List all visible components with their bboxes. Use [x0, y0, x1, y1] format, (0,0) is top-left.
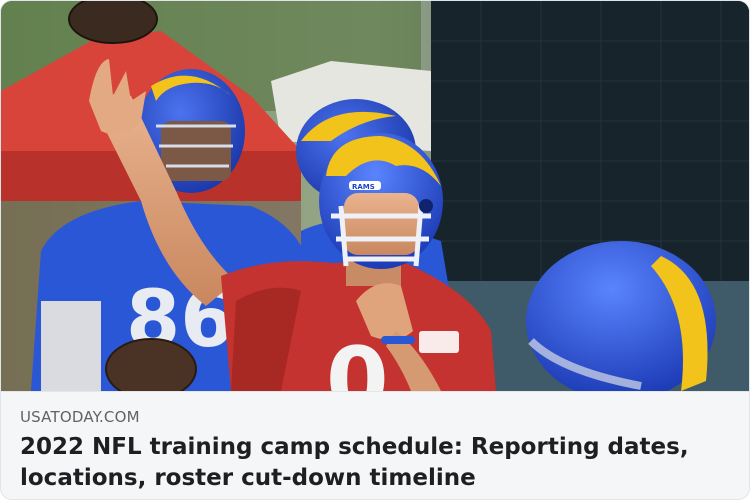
link-preview-card[interactable]: 86 0 RAMS USATODAY.COM 2022 NFL training…	[0, 0, 750, 500]
helmet-text: RAMS	[352, 183, 375, 191]
article-title[interactable]: 2022 NFL training camp schedule: Reporti…	[20, 432, 735, 494]
link-card-meta[interactable]: USATODAY.COM 2022 NFL training camp sche…	[1, 391, 749, 499]
article-thumbnail-image[interactable]: 86 0 RAMS	[1, 1, 749, 391]
source-domain: USATODAY.COM	[20, 408, 140, 426]
